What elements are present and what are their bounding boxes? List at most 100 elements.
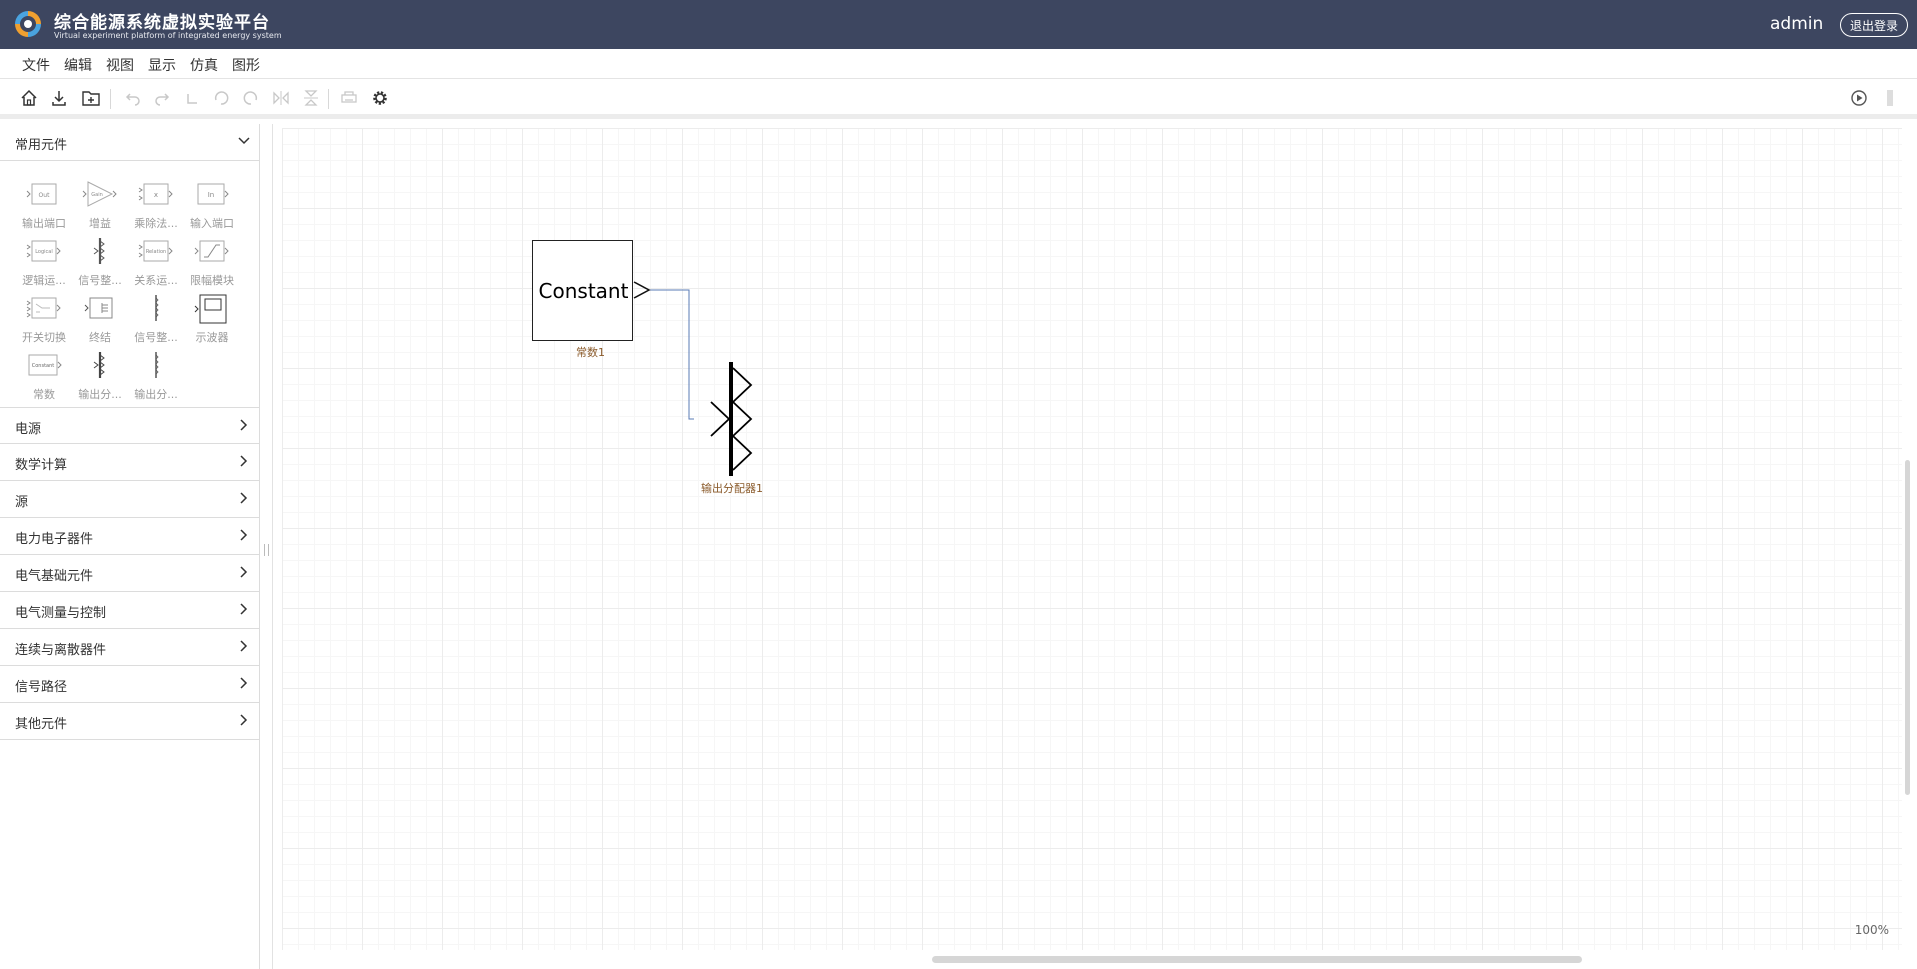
component-output-splitter[interactable]: 输出分... xyxy=(72,351,128,405)
constant-block-label[interactable]: 常数1 xyxy=(576,344,605,360)
category-label: 电力电子器件 xyxy=(15,532,94,547)
vertical-scrollbar[interactable] xyxy=(1905,460,1910,795)
category-label: 信号路径 xyxy=(15,680,68,695)
chevron-right-icon xyxy=(240,529,248,541)
app-title: 综合能源系统虚拟实验平台 xyxy=(54,13,270,33)
category-math[interactable]: 数学计算 xyxy=(0,444,260,481)
constant-block-text: Constant xyxy=(538,279,629,303)
logo-icon xyxy=(15,11,41,37)
download-icon[interactable] xyxy=(48,87,70,109)
chevron-right-icon xyxy=(240,714,248,726)
print-icon[interactable] xyxy=(338,87,360,109)
connection-layer xyxy=(633,281,753,476)
component-label: 输出端口 xyxy=(22,217,66,230)
gear-icon[interactable] xyxy=(369,87,391,109)
component-in-port[interactable]: In 输入端口 xyxy=(184,180,240,234)
component-label: 开关切换 xyxy=(22,331,66,344)
category-label: 电气基础元件 xyxy=(15,569,94,584)
category-label: 常用元件 xyxy=(15,138,68,153)
category-electrical-basic[interactable]: 电气基础元件 xyxy=(0,555,260,592)
chevron-right-icon xyxy=(240,492,248,504)
run-icon[interactable] xyxy=(1848,87,1870,109)
svg-text:Out: Out xyxy=(39,192,51,199)
component-label: 输出分... xyxy=(134,388,178,401)
category-sources[interactable]: 源 xyxy=(0,481,260,518)
component-label: 输入端口 xyxy=(190,217,234,230)
zoom-level: 100% xyxy=(1854,923,1889,937)
home-icon[interactable] xyxy=(18,87,40,109)
svg-text:x: x xyxy=(154,191,158,199)
stop-icon[interactable] xyxy=(1879,87,1901,109)
menu-simulation[interactable]: 仿真 xyxy=(190,55,218,75)
splitter-block[interactable] xyxy=(710,362,753,476)
svg-text:Relation: Relation xyxy=(146,249,166,255)
constant-block[interactable]: Constant xyxy=(532,240,633,341)
horizontal-scrollbar[interactable] xyxy=(932,956,1582,963)
component-label: 增益 xyxy=(89,217,111,230)
chevron-right-icon xyxy=(240,566,248,578)
component-out-port[interactable]: Out 输出端口 xyxy=(16,180,72,234)
panel-splitter[interactable] xyxy=(260,124,273,969)
category-label: 电气测量与控制 xyxy=(15,606,107,621)
component-saturation[interactable]: 限幅模块 xyxy=(184,237,240,291)
flip-vertical-icon[interactable] xyxy=(300,87,322,109)
component-terminator[interactable]: 终结 xyxy=(72,294,128,348)
category-label: 源 xyxy=(15,495,29,510)
component-label: 乘除法... xyxy=(134,217,178,230)
menu-display[interactable]: 显示 xyxy=(148,55,176,75)
category-signal-routing[interactable]: 信号路径 xyxy=(0,666,260,703)
component-label: 逻辑运... xyxy=(22,274,66,287)
chevron-right-icon xyxy=(240,640,248,652)
component-label: 限幅模块 xyxy=(190,274,234,287)
category-label: 连续与离散器件 xyxy=(15,643,107,658)
component-scope[interactable]: 示波器 xyxy=(184,294,240,348)
component-product[interactable]: x 乘除法... xyxy=(128,180,184,234)
menu-bar: 文件 编辑 视图 显示 仿真 图形 xyxy=(0,49,1917,79)
rotate-left-icon[interactable] xyxy=(210,87,232,109)
component-relational[interactable]: Relation 关系运... xyxy=(128,237,184,291)
category-power-electronics[interactable]: 电力电子器件 xyxy=(0,518,260,555)
component-signal-mux[interactable]: 信号整... xyxy=(72,237,128,291)
component-output-splitter-2[interactable]: 输出分... xyxy=(128,351,184,405)
chevron-down-icon xyxy=(238,137,250,145)
category-common[interactable]: 常用元件 xyxy=(0,124,260,161)
component-signal-demux[interactable]: 信号整... xyxy=(128,294,184,348)
menu-graphics[interactable]: 图形 xyxy=(232,55,260,75)
splitter-grip[interactable] xyxy=(264,544,269,556)
component-label: 信号整... xyxy=(134,331,178,344)
category-label: 电源 xyxy=(15,422,42,437)
rotate-icon[interactable] xyxy=(181,87,203,109)
redo-icon[interactable] xyxy=(151,87,173,109)
category-label: 其他元件 xyxy=(15,717,68,732)
svg-text:Gain: Gain xyxy=(91,192,103,198)
category-power-source[interactable]: 电源 xyxy=(0,407,260,444)
svg-text:Constant: Constant xyxy=(32,363,55,369)
component-gain[interactable]: Gain 增益 xyxy=(72,180,128,234)
component-label: 终结 xyxy=(89,331,111,344)
undo-icon[interactable] xyxy=(122,87,144,109)
splitter-block-label[interactable]: 输出分配器1 xyxy=(701,480,763,496)
category-other[interactable]: 其他元件 xyxy=(0,703,260,740)
signal-wire[interactable] xyxy=(649,289,694,420)
category-measurement-control[interactable]: 电气测量与控制 xyxy=(0,592,260,629)
constant-output-port[interactable] xyxy=(633,281,651,299)
menu-view[interactable]: 视图 xyxy=(106,55,134,75)
category-continuous-discrete[interactable]: 连续与离散器件 xyxy=(0,629,260,666)
rotate-right-icon[interactable] xyxy=(240,87,262,109)
component-switch[interactable]: 开关切换 xyxy=(16,294,72,348)
component-constant[interactable]: Constant 常数 xyxy=(16,351,72,405)
svg-text:Logical: Logical xyxy=(35,249,53,255)
chevron-right-icon xyxy=(240,677,248,689)
component-label: 输出分... xyxy=(78,388,122,401)
menu-file[interactable]: 文件 xyxy=(22,55,50,75)
component-label: 常数 xyxy=(33,388,55,401)
chevron-right-icon xyxy=(240,603,248,615)
category-label: 数学计算 xyxy=(15,458,68,473)
component-label: 关系运... xyxy=(134,274,178,287)
add-folder-icon[interactable] xyxy=(80,87,102,109)
component-logical[interactable]: Logical 逻辑运... xyxy=(16,237,72,291)
diagram-canvas[interactable]: Constant 常数1 输出分配器1 100% xyxy=(274,124,1917,969)
flip-horizontal-icon[interactable] xyxy=(270,87,292,109)
logout-button[interactable]: 退出登录 xyxy=(1840,13,1908,37)
menu-edit[interactable]: 编辑 xyxy=(64,55,92,75)
